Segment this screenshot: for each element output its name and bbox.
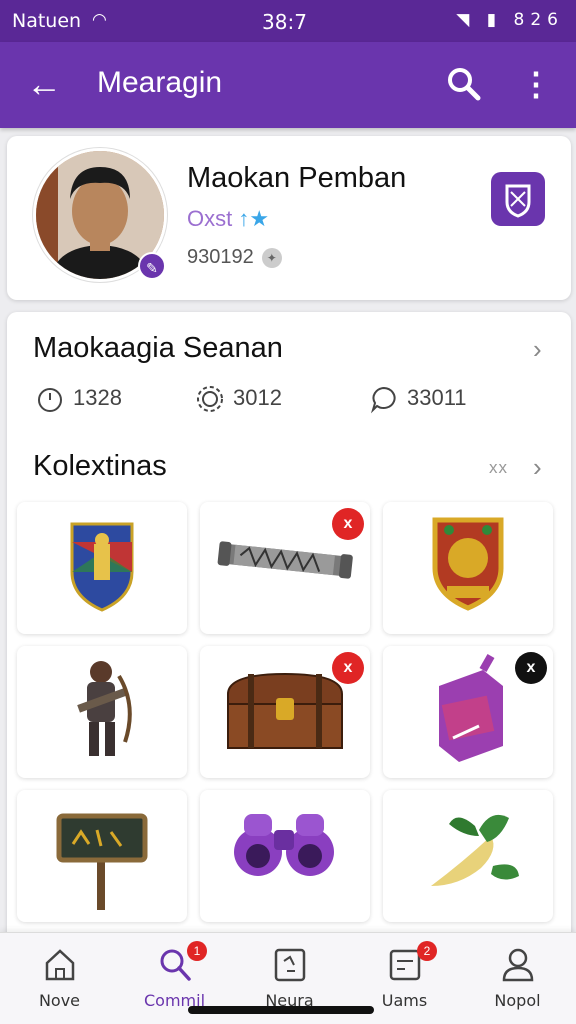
collection-item-green-root[interactable] bbox=[383, 790, 553, 922]
news-icon bbox=[273, 947, 307, 983]
collection-item-gold-shield[interactable] bbox=[383, 502, 553, 634]
shield-icon[interactable] bbox=[491, 172, 545, 226]
timer-icon bbox=[35, 384, 65, 414]
tile-badge: x bbox=[332, 652, 364, 684]
collection-item-purple-pouch[interactable]: x bbox=[383, 646, 553, 778]
chat-icon bbox=[369, 384, 399, 414]
profile-name: Maokan Pemban bbox=[187, 162, 407, 194]
profile-id-text: 930192 bbox=[187, 246, 254, 268]
collection-extra: xx bbox=[489, 458, 508, 477]
nav-item-home[interactable]: Nove bbox=[2, 933, 117, 1024]
stat-item: 1328 bbox=[35, 384, 122, 414]
star-icon: ↑★ bbox=[238, 206, 270, 231]
stat-item: 33011 bbox=[369, 384, 467, 414]
more-vertical-icon[interactable]: ⋮ bbox=[520, 64, 552, 104]
status-right-icons: ◥ ▮ 826 bbox=[456, 10, 564, 30]
tile-badge: x bbox=[332, 508, 364, 540]
collection-item-wooden-sign[interactable] bbox=[17, 790, 187, 922]
chevron-right-icon[interactable]: › bbox=[533, 334, 542, 365]
search-icon[interactable] bbox=[444, 64, 484, 104]
wifi-icon: ◠ bbox=[92, 10, 107, 30]
status-time: 38:7 bbox=[262, 10, 307, 34]
app-bar: ← Mearagin ⋮ bbox=[0, 42, 576, 128]
collection-item-treasure-chest[interactable]: x bbox=[200, 646, 370, 778]
collection-item-soldier-figure[interactable] bbox=[17, 646, 187, 778]
home-indicator bbox=[188, 1006, 374, 1014]
profile-subtitle: Oxst ↑★ bbox=[187, 206, 269, 232]
nav-item-profile[interactable]: Nopol bbox=[460, 933, 575, 1024]
battery-level: 826 bbox=[513, 10, 564, 30]
carrier-name: Natuen bbox=[12, 10, 82, 32]
profile-icon bbox=[501, 947, 535, 983]
gear-icon bbox=[195, 384, 225, 414]
back-arrow-icon[interactable]: ← bbox=[26, 62, 66, 106]
status-bar: Natuen ◠ 38:7 ◥ ▮ 826 bbox=[0, 0, 576, 42]
collection-item-binoculars[interactable] bbox=[200, 790, 370, 922]
collection-item-metal-rod[interactable]: x bbox=[200, 502, 370, 634]
avatar-badge-icon: ✎ bbox=[138, 252, 166, 280]
profile-id: 930192 ✦ bbox=[187, 246, 282, 269]
collection-title: Kolextinas bbox=[33, 450, 167, 482]
page-title: Mearagin bbox=[97, 66, 223, 99]
coin-icon: ✦ bbox=[261, 247, 282, 268]
stat-value: 3012 bbox=[233, 384, 282, 410]
stat-value: 1328 bbox=[73, 384, 122, 410]
stat-value: 33011 bbox=[407, 384, 467, 410]
home-icon bbox=[43, 947, 77, 983]
profile-subtitle-text: Oxst bbox=[187, 206, 233, 231]
nav-badge: 2 bbox=[417, 941, 437, 961]
nav-label: Nopol bbox=[494, 991, 541, 1010]
chevron-right-icon[interactable]: › bbox=[533, 452, 542, 483]
nav-badge: 1 bbox=[187, 941, 207, 961]
collection-item-shield-crest[interactable] bbox=[17, 502, 187, 634]
stats-card: Maokaagia Seanan › 1328 3012 33011 Kolex… bbox=[7, 312, 571, 952]
profile-card: ✎ Maokan Pemban Oxst ↑★ 930192 ✦ bbox=[7, 136, 571, 300]
stat-item: 3012 bbox=[195, 384, 282, 414]
nav-label: Nove bbox=[38, 991, 81, 1010]
tile-badge: x bbox=[515, 652, 547, 684]
section-title: Maokaagia Seanan bbox=[33, 332, 283, 364]
